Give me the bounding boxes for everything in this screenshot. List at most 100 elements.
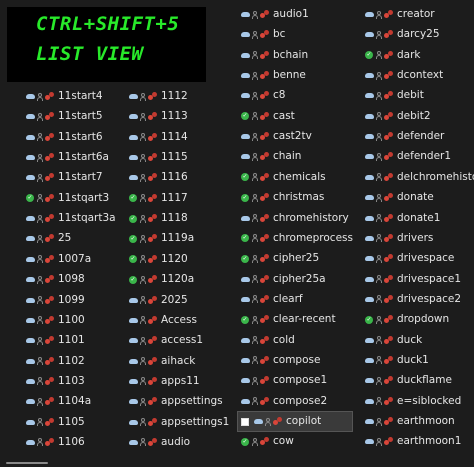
file-item[interactable]: drivespace1 [364, 270, 461, 289]
shared-icon [260, 10, 269, 19]
file-item[interactable]: 1113 [128, 107, 188, 126]
file-item[interactable]: 11start6 [25, 128, 103, 147]
person-icon [37, 194, 43, 203]
file-item[interactable]: access1 [128, 331, 203, 350]
cloud-icon [128, 92, 138, 101]
file-item[interactable]: 1098 [25, 270, 85, 289]
file-item[interactable]: ✓ 11stqart3 [25, 189, 109, 208]
file-item[interactable]: e=siblocked [364, 392, 461, 411]
synced-check-icon: ✓ [129, 214, 137, 223]
file-item[interactable]: 1102 [25, 352, 85, 371]
file-item[interactable]: 1101 [25, 331, 85, 350]
file-name: chain [273, 150, 302, 163]
file-item[interactable]: bchain [240, 46, 308, 65]
file-item[interactable]: 1115 [128, 148, 188, 167]
file-item[interactable]: ✓ 1118 [128, 209, 188, 228]
file-item[interactable]: drivespace [364, 249, 454, 268]
file-item[interactable]: drivers [364, 229, 433, 248]
file-item[interactable]: bc [240, 25, 285, 44]
file-item[interactable]: delchromehistory [364, 168, 474, 187]
person-icon [376, 214, 382, 222]
file-item[interactable]: 25 [25, 229, 71, 248]
file-item[interactable]: clearf [240, 290, 303, 309]
file-item[interactable]: aihack [128, 352, 195, 371]
file-item[interactable]: 1007a [25, 250, 91, 269]
file-item[interactable]: ✓ 1117 [128, 189, 188, 208]
file-item[interactable]: donate [364, 188, 434, 207]
file-item[interactable]: earthmoon1 [364, 432, 461, 451]
file-item[interactable]: 11start7 [25, 168, 103, 187]
file-item[interactable]: c8 [240, 86, 285, 105]
horizontal-scrollbar[interactable] [6, 462, 48, 464]
file-item[interactable]: audio [128, 433, 190, 452]
file-item[interactable]: ✓ cast [240, 107, 295, 126]
file-item[interactable]: 11start6a [25, 148, 109, 167]
file-item[interactable]: 2025 [128, 291, 188, 310]
file-item[interactable]: 1116 [128, 168, 188, 187]
file-item[interactable]: 1105 [25, 413, 85, 432]
file-item[interactable]: defender [364, 127, 444, 146]
shared-icon [384, 91, 393, 100]
file-item[interactable]: 1099 [25, 291, 85, 310]
file-item[interactable]: chromehistory [240, 209, 349, 228]
file-item[interactable]: ✓ cow [240, 432, 294, 451]
shared-icon [148, 214, 157, 223]
file-item[interactable]: 1106 [25, 433, 85, 452]
file-item[interactable]: ✓ 1119a [128, 229, 194, 248]
file-item[interactable]: debit2 [364, 107, 431, 126]
file-item[interactable]: ✓ clear-recent [240, 310, 336, 329]
cloud-icon [364, 112, 374, 121]
file-item[interactable]: copilot [237, 411, 353, 432]
file-item[interactable]: ✓ cipher25 [240, 249, 319, 268]
file-item[interactable]: ✓ chromeprocess [240, 229, 353, 248]
file-item[interactable]: ✓ christmas [240, 188, 324, 207]
file-item[interactable]: donate1 [364, 209, 440, 228]
file-item[interactable]: 1100 [25, 311, 85, 330]
file-item[interactable]: cipher25a [240, 270, 326, 289]
file-item[interactable]: duck [364, 331, 422, 350]
file-item[interactable]: chain [240, 147, 301, 166]
shared-icon [384, 111, 393, 121]
file-item[interactable]: 1112 [128, 87, 188, 106]
file-item[interactable]: defender1 [364, 147, 451, 166]
file-item[interactable]: dcontext [364, 66, 443, 85]
file-item[interactable]: cast2tv [240, 127, 312, 146]
file-item[interactable]: ✓ 1120a [128, 270, 194, 289]
file-item[interactable]: darcy25 [364, 25, 440, 44]
file-item[interactable]: compose2 [240, 392, 327, 411]
file-item[interactable]: ✓ dark [364, 46, 421, 65]
file-item[interactable]: compose [240, 351, 320, 370]
file-item[interactable]: ✓ dropdown [364, 310, 449, 329]
file-item[interactable]: 11stqart3a [25, 209, 116, 228]
file-item[interactable]: duckflame [364, 371, 452, 390]
shared-icon [148, 315, 157, 325]
shared-icon [260, 91, 269, 100]
file-item[interactable]: creator [364, 5, 435, 24]
synced-check-icon: ✓ [241, 193, 249, 202]
file-item[interactable]: ✓ chemicals [240, 168, 326, 187]
file-item[interactable]: compose1 [240, 371, 327, 390]
file-item[interactable]: 1104a [25, 392, 91, 411]
file-item[interactable]: 1103 [25, 372, 85, 391]
file-item[interactable]: appsettings1 [128, 413, 229, 432]
file-item[interactable]: drivespace2 [364, 290, 461, 309]
file-item[interactable]: duck1 [364, 351, 429, 370]
file-item[interactable]: cold [240, 331, 295, 350]
file-item[interactable]: audio1 [240, 5, 309, 24]
file-item[interactable]: Access [128, 311, 197, 330]
file-item[interactable]: 11start5 [25, 107, 103, 126]
select-checkbox[interactable] [241, 417, 249, 426]
cloud-icon [364, 417, 374, 426]
file-item[interactable]: apps11 [128, 372, 200, 391]
file-item[interactable]: appsettings [128, 392, 223, 411]
cloud-icon [364, 437, 374, 446]
file-item[interactable]: 11start4 [25, 87, 103, 106]
file-item[interactable]: debit [364, 86, 424, 105]
file-item[interactable]: earthmoon [364, 412, 455, 431]
file-item[interactable]: benne [240, 66, 306, 85]
shared-icon [45, 356, 54, 366]
person-icon [376, 376, 382, 385]
file-name: donate1 [397, 211, 441, 224]
file-item[interactable]: ✓ 1120 [128, 250, 188, 269]
file-item[interactable]: 1114 [128, 128, 188, 147]
